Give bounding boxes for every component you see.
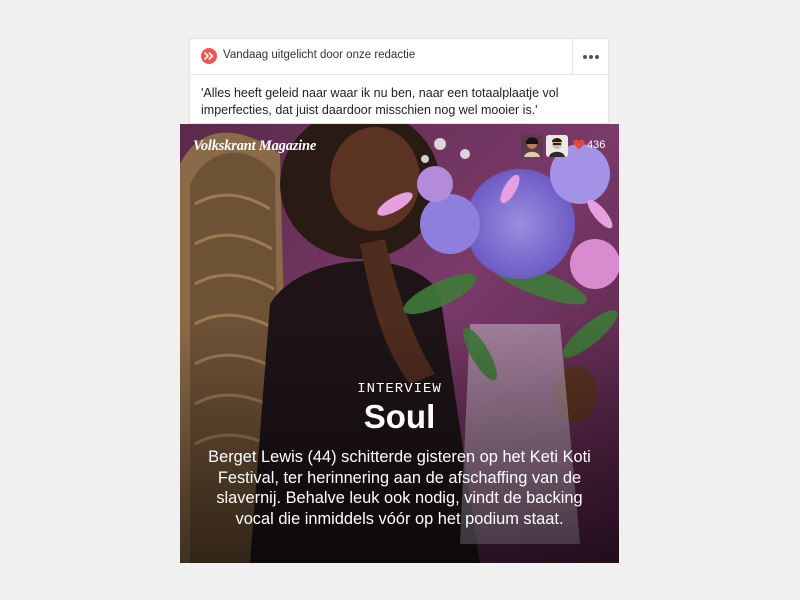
article-card[interactable]: Volkskrant Magazine 436 INTERVIEW Soul B… <box>180 124 619 563</box>
featured-header-card: Vandaag uitgelicht door onze redactie 'A… <box>189 38 609 124</box>
article-category: INTERVIEW <box>357 381 442 397</box>
more-options-button[interactable] <box>572 39 608 74</box>
more-dots-icon <box>583 55 587 59</box>
featured-header-bar: Vandaag uitgelicht door onze redactie <box>190 39 608 75</box>
heart-icon <box>573 139 585 150</box>
fast-forward-icon <box>201 48 217 64</box>
magazine-logo: Volkskrant Magazine <box>193 138 317 154</box>
avatar[interactable] <box>546 135 568 157</box>
featured-header-title: Vandaag uitgelicht door onze redactie <box>223 49 416 61</box>
featured-quote: 'Alles heeft geleid naar waar ik nu ben,… <box>201 86 559 117</box>
article-title[interactable]: Soul <box>180 398 619 436</box>
more-dots-icon <box>589 55 593 59</box>
likes-counter[interactable]: 436 <box>573 139 605 151</box>
more-dots-icon <box>595 55 599 59</box>
likes-count: 436 <box>587 139 606 151</box>
page: Vandaag uitgelicht door onze redactie 'A… <box>0 0 800 600</box>
article-summary: Berget Lewis (44) schitterde gisteren op… <box>208 448 591 528</box>
avatar[interactable] <box>521 135 543 157</box>
